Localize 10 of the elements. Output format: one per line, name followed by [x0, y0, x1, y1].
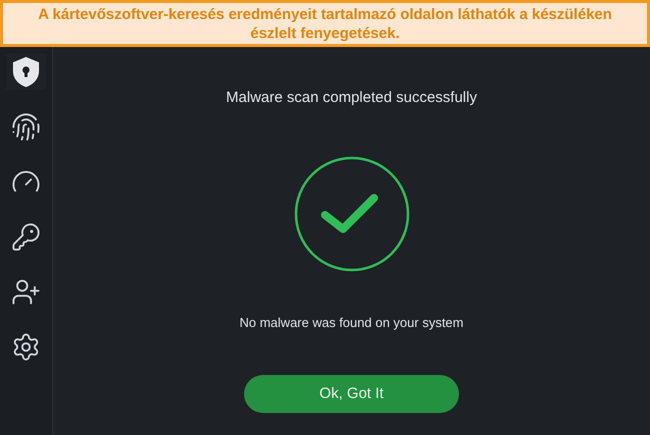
success-check-icon	[292, 154, 410, 272]
sidebar-item[interactable]	[6, 53, 46, 90]
shield-icon	[12, 56, 40, 86]
result-title: Malware scan completed successfully	[226, 88, 477, 108]
caption-text: A kártevőszoftver-keresés eredményeit tartalmazó oldalon láthatók a készüléken észlelt fenyegetések.	[37, 4, 613, 42]
key-icon	[11, 222, 41, 252]
ok-button[interactable]: Ok, Got It	[244, 375, 459, 413]
result-message: No malware was found on your system	[240, 314, 464, 332]
settings-icon	[11, 332, 41, 362]
fingerprint-icon	[11, 112, 41, 142]
